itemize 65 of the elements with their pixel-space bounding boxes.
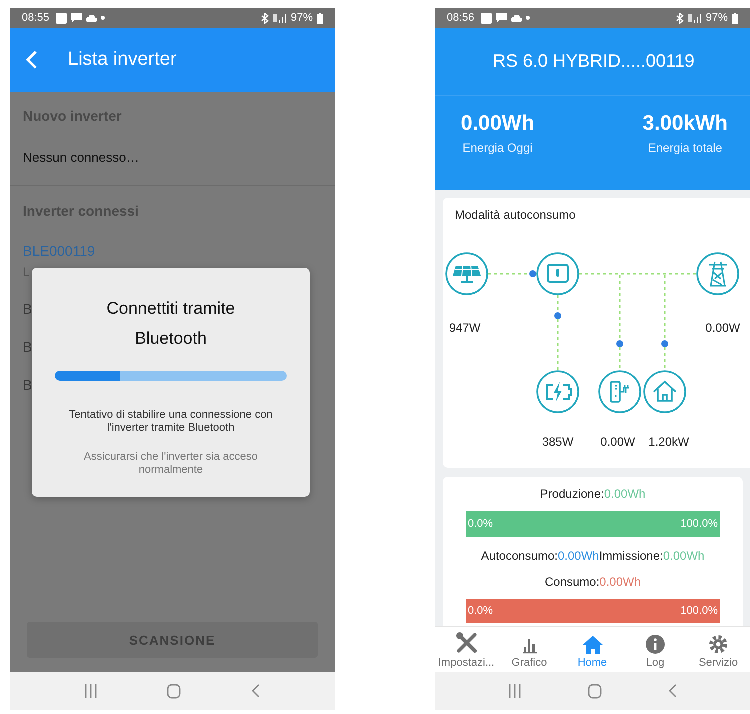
production-text: Produzione:0.00Wh [540, 487, 646, 501]
dialog-message: Tentativo di stabilire una connessione con l'inverter tramite Bluetooth [68, 409, 274, 435]
tab-item[interactable]: Servizio [687, 627, 750, 672]
back-icon[interactable] [252, 684, 260, 698]
card-title: Modalità autoconsumo [455, 208, 577, 222]
recent-apps-icon[interactable] [508, 684, 520, 698]
dialog-title: Connettiti tramite Bluetooth [106, 298, 236, 350]
battery-icon [317, 12, 323, 24]
power-reading: 385W [542, 435, 574, 449]
energy-split-text: Autoconsumo:0.00Wh [481, 549, 600, 563]
stat-value: 3.00kWh [642, 112, 728, 136]
bluetooth-icon [676, 12, 684, 24]
power-reading: 0.00W [706, 321, 740, 335]
dot-icon [526, 16, 530, 20]
tab-item[interactable]: Impostazi... [435, 627, 498, 672]
bar-end-label: 100.0% [680, 518, 718, 530]
app-notification-icon [480, 12, 492, 24]
ev-charger-icon [598, 370, 642, 414]
home-button-icon[interactable] [167, 684, 182, 698]
tab-item[interactable]: Grafico [498, 627, 561, 672]
signal-icon [688, 13, 702, 23]
battery-icon [732, 12, 738, 24]
power-reading: 0.00W [600, 435, 636, 449]
chat-bubble-icon [70, 13, 82, 23]
inverter-icon [536, 252, 580, 296]
tools-icon [456, 632, 478, 654]
info-icon [646, 635, 665, 654]
power-reading: 947W [449, 321, 481, 335]
status-time: 08:56 [447, 12, 475, 24]
battery-percent: 97% [706, 12, 728, 24]
stat-value: 0.00Wh [461, 112, 535, 136]
battery-icon [536, 370, 580, 414]
battery-percent: 97% [290, 12, 313, 24]
bar-chart-icon [520, 636, 538, 654]
device-title: RS 6.0 HYBRID.....00119 [493, 51, 695, 72]
app-notification-icon [56, 12, 67, 24]
tab-item[interactable]: Log [624, 627, 687, 672]
power-reading: 1.20kW [648, 435, 690, 449]
chat-bubble-icon [496, 13, 507, 23]
back-icon[interactable] [668, 684, 676, 698]
house-icon [644, 370, 686, 414]
header-title: Lista inverter [68, 49, 177, 71]
dialog-hint: Assicurarsi che l'inverter sia acceso normalmente [83, 451, 259, 477]
home-button-icon[interactable] [588, 684, 602, 698]
consumption-text: Consumo:0.00Wh [544, 575, 642, 589]
recent-apps-icon[interactable] [85, 684, 98, 698]
settings-icon [709, 635, 728, 654]
bar-start-label: 0.0% [468, 518, 494, 530]
cloud-icon [510, 14, 522, 22]
dot-icon [100, 16, 105, 20]
power-tower-icon [696, 252, 740, 296]
tab-item[interactable]: Home [561, 627, 624, 672]
bluetooth-icon [260, 12, 269, 24]
stat-label: Energia Oggi [462, 141, 533, 155]
stat-label: Energia totale [648, 141, 722, 155]
status-time: 08:55 [22, 12, 50, 24]
solar-panel-icon [446, 252, 488, 296]
home-icon [582, 636, 602, 654]
connector-line [488, 270, 537, 278]
signal-icon [272, 13, 287, 23]
empty-text: Nessun connesso… [22, 149, 140, 167]
energy-split-text: Immissione:0.00Wh [599, 549, 705, 563]
cloud-icon [86, 14, 97, 22]
bar-start-label: 0.0% [468, 605, 494, 617]
bar-end-label: 100.0% [680, 605, 718, 617]
